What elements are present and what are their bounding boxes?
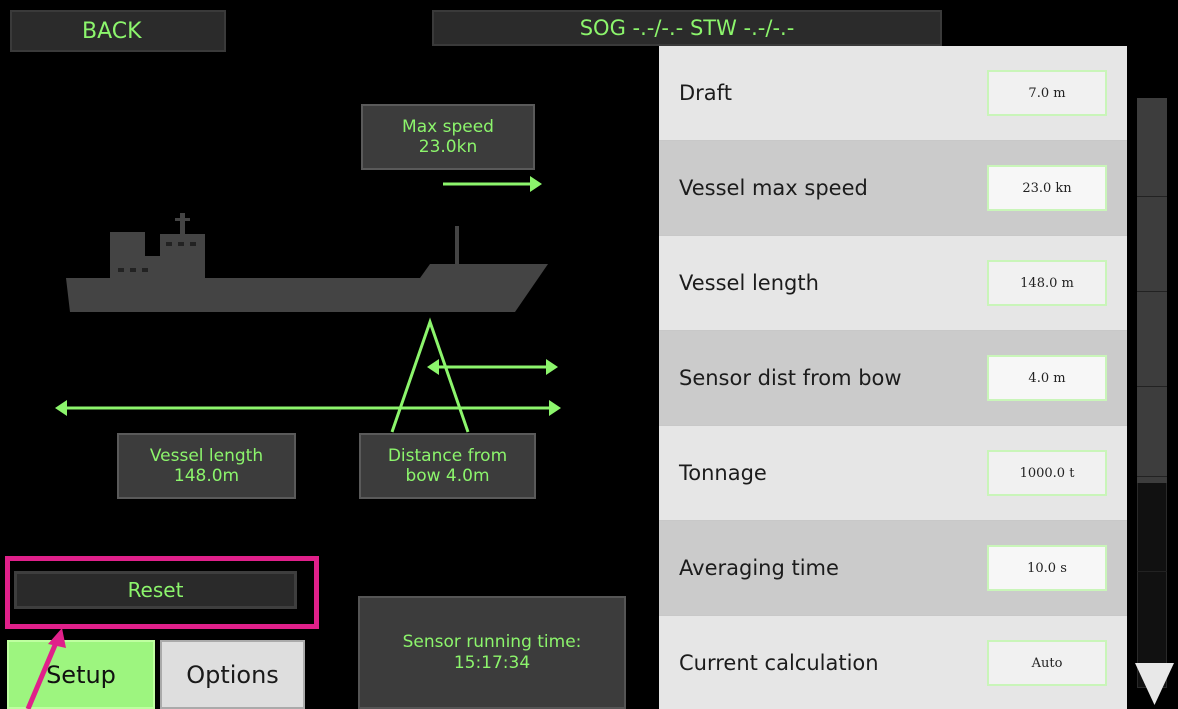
- settings-row-vessel-length[interactable]: Vessel length 148.0 m: [659, 236, 1127, 331]
- reset-button[interactable]: Reset: [14, 571, 297, 609]
- settings-row-tonnage[interactable]: Tonnage 1000.0 t: [659, 426, 1127, 521]
- triangle-down-icon[interactable]: [1131, 661, 1178, 709]
- setting-label: Averaging time: [679, 556, 839, 580]
- setting-label: Vessel max speed: [679, 176, 868, 200]
- vessel-diagram: [55, 176, 561, 433]
- settings-row-sensor-dist[interactable]: Sensor dist from bow 4.0 m: [659, 331, 1127, 426]
- setting-label: Vessel length: [679, 271, 819, 295]
- vessel-length-value-field[interactable]: 148.0 m: [987, 260, 1107, 306]
- ship-silhouette-icon: [66, 213, 548, 312]
- sensor-running-time: Sensor running time: 15:17:34: [358, 596, 626, 709]
- distance-from-bow-label: Distance from bow 4.0m: [359, 433, 536, 499]
- setting-label: Sensor dist from bow: [679, 366, 902, 390]
- arrow-pointer-icon: [25, 628, 66, 709]
- setting-label: Current calculation: [679, 651, 879, 675]
- max-speed-label: Max speed 23.0kn: [361, 104, 535, 170]
- settings-row-max-speed[interactable]: Vessel max speed 23.0 kn: [659, 141, 1127, 236]
- settings-list: Draft 7.0 m Vessel max speed 23.0 kn Ves…: [659, 46, 1127, 709]
- settings-row-averaging-time[interactable]: Averaging time 10.0 s: [659, 521, 1127, 616]
- settings-row-current-calc[interactable]: Current calculation Auto: [659, 616, 1127, 709]
- averaging-time-value-field[interactable]: 10.0 s: [987, 545, 1107, 591]
- current-calc-value-field[interactable]: Auto: [987, 640, 1107, 686]
- max-speed-value-field[interactable]: 23.0 kn: [987, 165, 1107, 211]
- settings-row-draft[interactable]: Draft 7.0 m: [659, 46, 1127, 141]
- scrollbar[interactable]: [1131, 46, 1178, 709]
- draft-value-field[interactable]: 7.0 m: [987, 70, 1107, 116]
- tonnage-value-field[interactable]: 1000.0 t: [987, 450, 1107, 496]
- sensor-dist-value-field[interactable]: 4.0 m: [987, 355, 1107, 401]
- vessel-length-label: Vessel length 148.0m: [117, 433, 296, 499]
- tab-options[interactable]: Options: [160, 640, 305, 709]
- setting-label: Tonnage: [679, 461, 767, 485]
- setting-label: Draft: [679, 81, 732, 105]
